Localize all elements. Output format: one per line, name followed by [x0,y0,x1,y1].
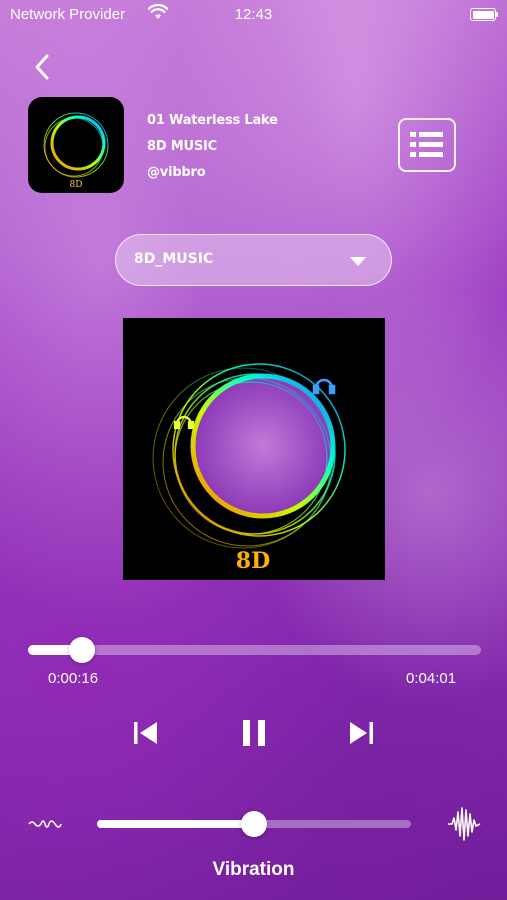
triangle-down-icon [350,257,366,266]
status-bar: Network Provider 12:43 [0,0,507,30]
elapsed-time: 0:00:16 [48,670,99,687]
thumbnail-ring-graphic: 8D [43,112,109,190]
chevron-left-icon [35,54,49,80]
pause-button[interactable] [239,716,269,750]
soft-wave-icon [28,820,62,828]
playlist-icon [410,132,443,157]
next-button[interactable] [346,718,376,748]
dropdown-selected-value: 8D_MUSIC [134,251,214,267]
strong-wave-icon [448,807,481,841]
track-title: 01 Waterless Lake [147,113,278,128]
track-artist: 8D MUSIC [147,139,217,154]
headphone-icon [312,378,336,395]
artwork-ring-graphic: 8D [152,363,346,574]
battery-tip [496,12,498,17]
back-button[interactable] [28,52,58,82]
thumbnail-8d-label: 8D [70,180,83,190]
track-handle: @vibbro [147,165,206,180]
skip-previous-icon [134,722,157,744]
album-artwork: 8D [123,318,385,580]
progress-handle[interactable] [68,637,95,663]
vibration-handle[interactable] [241,811,267,837]
playlist-button[interactable] [398,118,456,172]
status-time: 12:43 [234,6,273,23]
skip-next-icon [350,722,373,744]
artwork-8d-label: 8D [236,548,270,574]
total-time: 0:04:01 [406,670,457,687]
vibration-fill [97,820,254,828]
progress-slider[interactable] [28,645,481,655]
music-category-dropdown[interactable]: 8D_MUSIC [115,234,392,286]
track-thumbnail: 8D [28,97,124,193]
vibration-label: Vibration [212,859,295,880]
track-info: 01 Waterless Lake 8D MUSIC @vibbro [147,108,278,186]
battery-icon [470,8,496,21]
previous-button[interactable] [131,718,161,748]
pause-icon [243,720,265,746]
